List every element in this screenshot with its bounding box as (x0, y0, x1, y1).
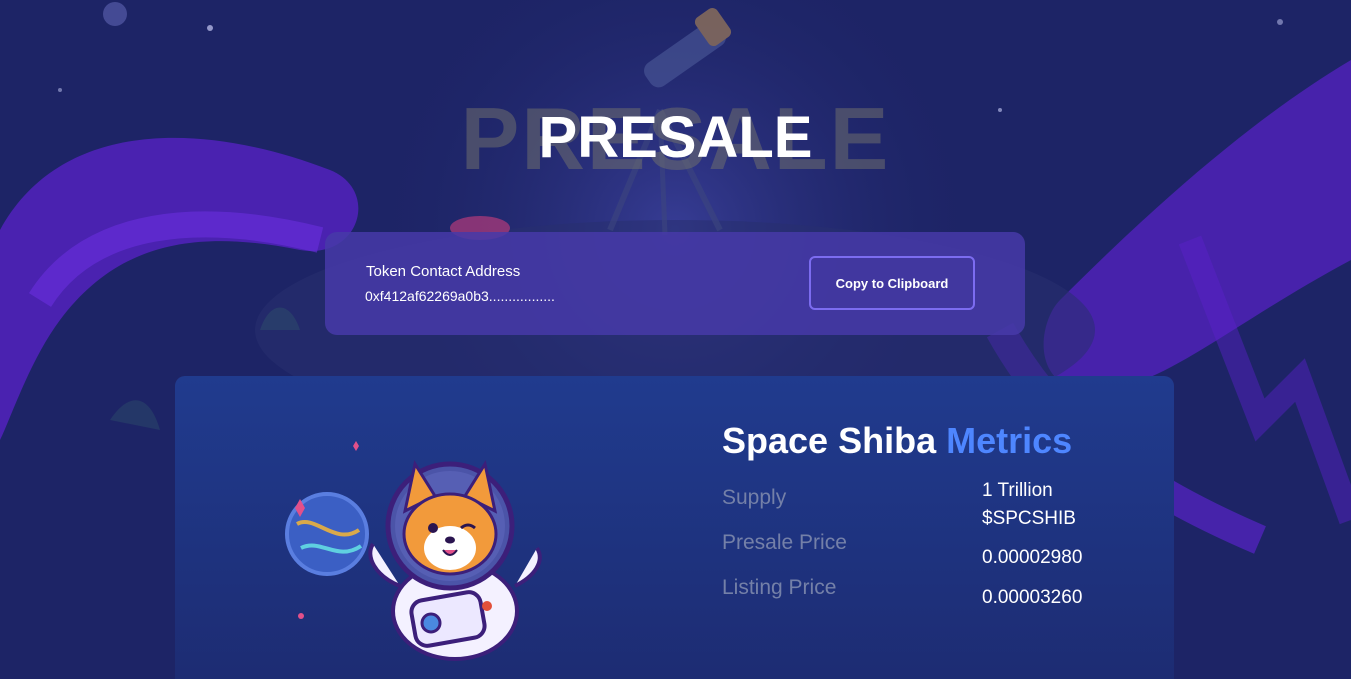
supply-value: 1 Trillion $SPCSHIB (982, 477, 1076, 533)
astronaut-shiba-mascot (285, 441, 542, 661)
presale-price-label: Presale Price (722, 531, 847, 554)
supply-value-symbol: $SPCSHIB (982, 508, 1076, 529)
presale-heading: PRESALE PRESALE (0, 80, 1351, 190)
metrics-title-accent: Metrics (946, 420, 1073, 461)
supply-label: Supply (722, 486, 787, 509)
listing-price-label: Listing Price (722, 576, 837, 599)
listing-price-value: 0.00003260 (982, 587, 1083, 608)
metrics-title-prefix: Space Shiba (722, 420, 937, 461)
token-address-label: Token Contact Address (366, 263, 521, 280)
metrics-title: Space Shiba Metrics (722, 420, 1072, 462)
presale-price-value: 0.00002980 (982, 547, 1083, 568)
sparkle-icon (353, 441, 359, 451)
presale-heading-title: PRESALE (538, 105, 813, 170)
token-address-value: 0xf412af62269a0b3................. (365, 288, 555, 304)
copy-to-clipboard-button[interactable]: Copy to Clipboard (809, 256, 975, 310)
token-address-card: Token Contact Address 0xf412af62269a0b3.… (325, 232, 1025, 335)
metrics-card: Space Shiba Metrics Supply 1 Trillion $S… (175, 376, 1174, 679)
supply-value-amount: 1 Trillion (982, 480, 1053, 501)
